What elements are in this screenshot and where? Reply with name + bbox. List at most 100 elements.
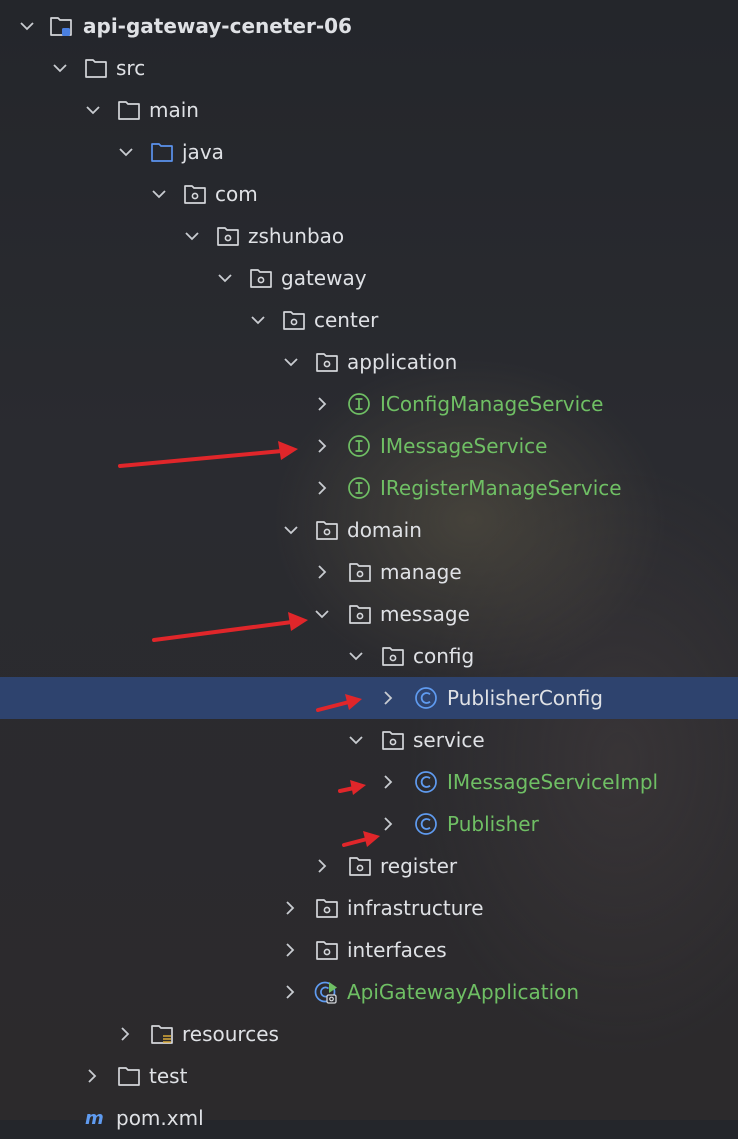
tree-node-infrastructure[interactable]: infrastructure [0,887,738,929]
tree-node-label: pom.xml [116,1106,204,1130]
tree-node-label: ApiGatewayApplication [347,980,580,1004]
folder-icon [84,56,108,80]
package-icon [348,602,372,626]
tree-node-label: config [413,644,475,668]
chevron-down-icon[interactable] [151,186,167,202]
package-icon [348,854,372,878]
tree-node-label: service [413,728,485,752]
tree-node-test[interactable]: test [0,1055,738,1097]
chevron-down-icon[interactable] [348,732,364,748]
tree-node-pom[interactable]: m pom.xml [0,1097,738,1139]
tree-node-label: message [380,602,470,626]
chevron-right-icon[interactable] [380,816,396,832]
package-icon [381,644,405,668]
svg-text:m: m [85,1108,104,1129]
tree-node-manage[interactable]: manage [0,551,738,593]
chevron-down-icon[interactable] [283,522,299,538]
tree-node-label: IMessageService [380,434,548,458]
chevron-down-icon[interactable] [348,648,364,664]
tree-node-iconfigmanageservice[interactable]: IConfigManageService [0,383,738,425]
maven-icon: m [84,1106,108,1130]
chevron-right-icon[interactable] [84,1068,100,1084]
chevron-right-icon[interactable] [117,1026,133,1042]
tree-node-resources[interactable]: resources [0,1013,738,1055]
chevron-right-icon[interactable] [314,564,330,580]
tree-node-label: java [182,140,224,164]
chevron-down-icon[interactable] [184,228,200,244]
package-icon [348,560,372,584]
tree-node-service[interactable]: service [0,719,738,761]
tree-node-domain[interactable]: domain [0,509,738,551]
chevron-down-icon[interactable] [217,270,233,286]
tree-node-label: gateway [281,266,367,290]
tree-node-label: main [149,98,199,122]
tree-node-center[interactable]: center [0,299,738,341]
tree-node-publisherconfig[interactable]: PublisherConfig [0,677,738,719]
module-folder-icon [49,14,73,38]
chevron-right-icon[interactable] [314,396,330,412]
tree-node-label: infrastructure [347,896,484,920]
tree-node-label: PublisherConfig [447,686,603,710]
chevron-right-icon[interactable] [282,942,298,958]
tree-node-iregistermanageservice[interactable]: IRegisterManageService [0,467,738,509]
tree-node-zshunbao[interactable]: zshunbao [0,215,738,257]
chevron-down-icon[interactable] [85,102,101,118]
chevron-down-icon[interactable] [250,312,266,328]
tree-node-label: com [215,182,258,206]
tree-node-java[interactable]: java [0,131,738,173]
tree-node-register[interactable]: register [0,845,738,887]
class-icon [414,686,438,710]
tree-node-apigatewayapplication[interactable]: ApiGatewayApplication [0,971,738,1013]
chevron-right-icon[interactable] [380,690,396,706]
chevron-down-icon[interactable] [283,354,299,370]
chevron-right-icon[interactable] [380,774,396,790]
tree-node-label: test [149,1064,188,1088]
tree-node-label: zshunbao [248,224,345,248]
class-icon [414,770,438,794]
tree-node-imessageservice[interactable]: IMessageService [0,425,738,467]
package-icon [381,728,405,752]
tree-node-config[interactable]: config [0,635,738,677]
tree-node-root[interactable]: api-gateway-ceneter-06 [0,5,738,47]
folder-icon [117,1064,141,1088]
tree-node-main[interactable]: main [0,89,738,131]
chevron-down-icon[interactable] [314,606,330,622]
tree-node-label: api-gateway-ceneter-06 [83,14,352,38]
chevron-down-icon[interactable] [118,144,134,160]
chevron-right-icon[interactable] [314,438,330,454]
tree-node-label: domain [347,518,422,542]
tree-node-label: src [116,56,146,80]
tree-node-label: IConfigManageService [380,392,604,416]
class-icon [414,812,438,836]
tree-node-message[interactable]: message [0,593,738,635]
tree-node-label: interfaces [347,938,447,962]
chevron-right-icon[interactable] [314,480,330,496]
chevron-right-icon[interactable] [314,858,330,874]
chevron-down-icon[interactable] [19,18,35,34]
chevron-right-icon[interactable] [282,900,298,916]
tree-node-label: Publisher [447,812,539,836]
project-tree: api-gateway-ceneter-06 src main java com… [0,0,738,1130]
folder-icon [117,98,141,122]
tree-node-com[interactable]: com [0,173,738,215]
tree-node-imessageserviceimpl[interactable]: IMessageServiceImpl [0,761,738,803]
tree-node-label: center [314,308,379,332]
tree-node-gateway[interactable]: gateway [0,257,738,299]
tree-node-label: IRegisterManageService [380,476,622,500]
chevron-down-icon[interactable] [52,60,68,76]
tree-node-label: manage [380,560,462,584]
package-icon [183,182,207,206]
tree-node-interfaces[interactable]: interfaces [0,929,738,971]
package-icon [315,350,339,374]
tree-node-src[interactable]: src [0,47,738,89]
package-icon [315,518,339,542]
tree-node-application[interactable]: application [0,341,738,383]
package-icon [216,224,240,248]
chevron-right-icon[interactable] [282,984,298,1000]
package-icon [315,938,339,962]
tree-node-label: application [347,350,458,374]
tree-node-label: resources [182,1022,279,1046]
interface-icon [347,476,371,500]
tree-node-publisher[interactable]: Publisher [0,803,738,845]
package-icon [249,266,273,290]
